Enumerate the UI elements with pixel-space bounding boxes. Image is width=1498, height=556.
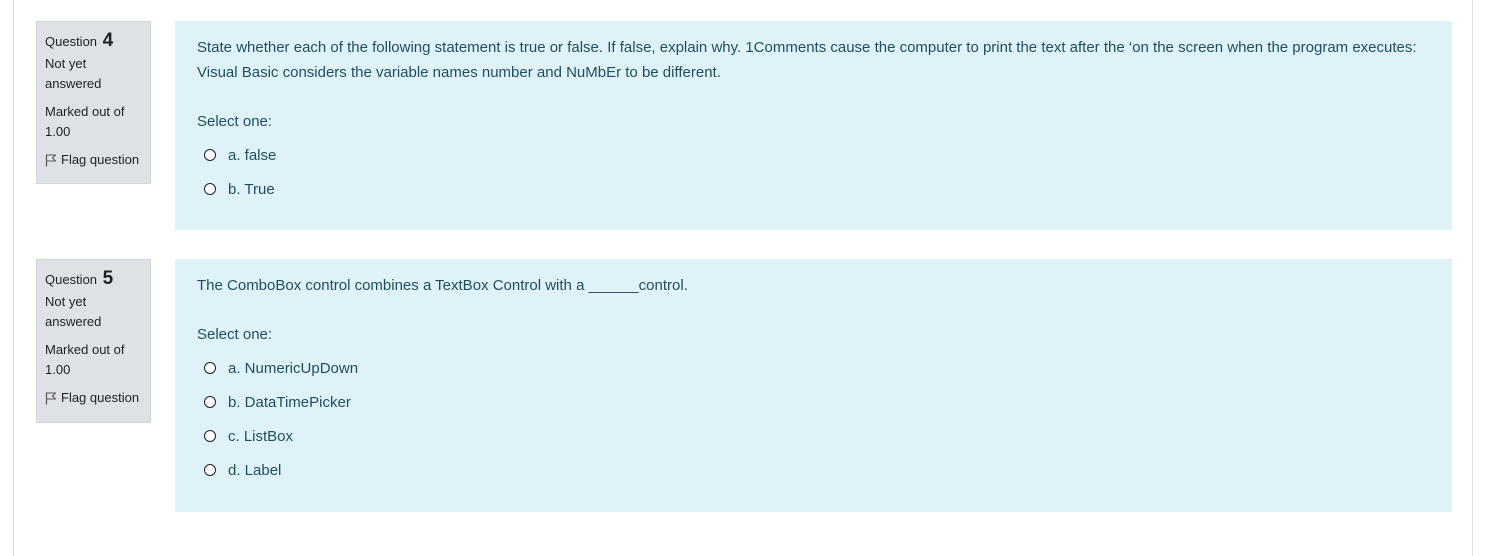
flag-icon — [45, 391, 57, 404]
question-state: Not yet answered — [45, 56, 102, 91]
flag-question-link[interactable]: Flag question — [45, 150, 142, 170]
question-text: State whether each of the following stat… — [197, 39, 1417, 81]
answer-list: a. NumericUpDown b. DataTimePicker c. Li… — [197, 351, 1430, 487]
flag-question-label: Flag question — [61, 152, 140, 167]
select-one-prompt: Select one: — [197, 113, 273, 130]
flag-icon — [45, 153, 57, 166]
question-5: Question 5 Not yet answered Marked out o… — [36, 259, 1452, 512]
answer-label[interactable]: c. ListBox — [228, 424, 293, 449]
question-content: The ComboBox control combines a TextBox … — [175, 259, 1452, 512]
answer-option-d[interactable]: d. Label — [197, 453, 1430, 487]
question-grade: Marked out of 1.00 — [45, 104, 125, 139]
radio-button[interactable] — [204, 430, 216, 442]
question-info-panel: Question 5 Not yet answered Marked out o… — [36, 259, 151, 423]
question-content: State whether each of the following stat… — [175, 21, 1452, 230]
flag-question-link[interactable]: Flag question — [45, 388, 142, 408]
answer-label[interactable]: a. false — [228, 143, 276, 168]
question-number-line: Question 5 — [45, 269, 142, 290]
answer-option-c[interactable]: c. ListBox — [197, 419, 1430, 453]
answer-label[interactable]: b. True — [228, 177, 275, 202]
question-grade: Marked out of 1.00 — [45, 342, 125, 377]
question-label: Question — [45, 34, 98, 49]
answer-label[interactable]: d. Label — [228, 458, 281, 483]
question-number: 4 — [102, 30, 114, 51]
quiz-page: Question 4 Not yet answered Marked out o… — [0, 0, 1498, 556]
question-number-line: Question 4 — [45, 31, 142, 52]
radio-button[interactable] — [204, 464, 216, 476]
radio-button[interactable] — [204, 183, 216, 195]
question-number: 5 — [102, 268, 114, 289]
select-one-prompt: Select one: — [197, 326, 273, 343]
radio-button[interactable] — [204, 362, 216, 374]
answer-label[interactable]: b. DataTimePicker — [228, 390, 351, 415]
answer-option-b[interactable]: b. DataTimePicker — [197, 385, 1430, 419]
question-info-panel: Question 4 Not yet answered Marked out o… — [36, 21, 151, 184]
question-label: Question — [45, 272, 98, 287]
radio-button[interactable] — [204, 396, 216, 408]
answer-label[interactable]: a. NumericUpDown — [228, 356, 358, 381]
question-state: Not yet answered — [45, 294, 102, 329]
answer-option-b[interactable]: b. True — [197, 172, 1430, 206]
answer-option-a[interactable]: a. NumericUpDown — [197, 351, 1430, 385]
radio-button[interactable] — [204, 149, 216, 161]
answer-list: a. false b. True — [197, 138, 1430, 206]
flag-question-label: Flag question — [61, 390, 140, 405]
answer-option-a[interactable]: a. false — [197, 138, 1430, 172]
question-text: The ComboBox control combines a TextBox … — [197, 277, 688, 294]
question-4: Question 4 Not yet answered Marked out o… — [36, 21, 1452, 230]
